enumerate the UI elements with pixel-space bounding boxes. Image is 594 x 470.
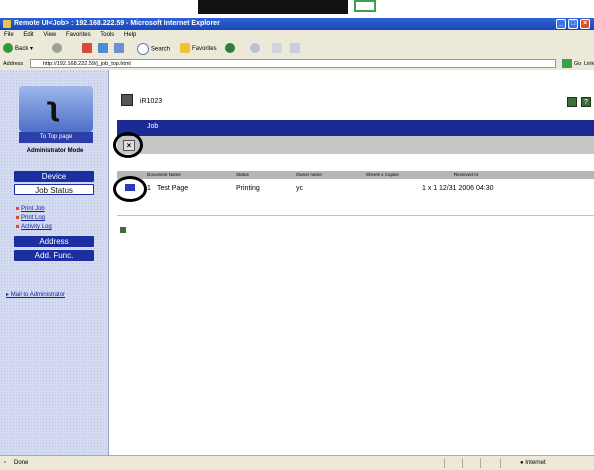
menu-file[interactable]: File xyxy=(4,32,14,38)
mail-icon xyxy=(272,43,282,54)
administrator-mode-label: Administrator Mode xyxy=(26,148,84,154)
section-title: Job xyxy=(147,123,159,130)
nav-address[interactable]: Address xyxy=(14,236,94,247)
table-header: Document Name Status Owner name Sheets x… xyxy=(117,171,594,179)
col-status: Status xyxy=(236,172,249,177)
search-button[interactable]: Search xyxy=(137,43,170,55)
forward-button[interactable] xyxy=(52,43,64,55)
title-bar: Remote UI<Job> : 192.168.222.59 - Micros… xyxy=(0,18,594,30)
logo-mark-icon: ʅ xyxy=(45,93,61,123)
forward-icon xyxy=(52,43,62,54)
divider xyxy=(117,215,594,216)
stop-button[interactable] xyxy=(82,43,94,55)
address-input[interactable]: http://192.168.222.59/j_job_top.html xyxy=(30,59,556,68)
home-icon xyxy=(114,43,124,54)
address-bar: Address http://192.168.222.59/j_job_top.… xyxy=(0,58,594,70)
refresh-icon-tb xyxy=(98,43,108,54)
media-button[interactable] xyxy=(225,43,237,55)
status-divider xyxy=(444,458,445,468)
links-button[interactable]: Links xyxy=(584,58,594,70)
print-icon xyxy=(290,43,300,54)
table-row[interactable]: 1 Test Page Printing yc 1 x 1 12/31 2006… xyxy=(117,182,594,196)
back-to-top-icon[interactable] xyxy=(120,227,126,233)
row-sheets: 1 x 1 xyxy=(422,185,438,192)
status-bar: ▫ Done ● Internet xyxy=(0,455,594,470)
mail-to-administrator-link[interactable]: ▸ Mail to Administrator xyxy=(6,292,65,299)
top-page-button[interactable]: To Top page xyxy=(19,132,93,143)
sublink-activity-log[interactable]: Activity Log xyxy=(16,224,52,230)
status-divider xyxy=(462,458,463,468)
help-icon[interactable]: ? xyxy=(581,97,591,107)
action-bar xyxy=(117,136,594,154)
row-owner: yc xyxy=(296,185,303,192)
search-icon xyxy=(137,43,149,55)
print-button[interactable] xyxy=(290,43,302,55)
internet-zone: ● Internet xyxy=(520,460,546,466)
status-text: Done xyxy=(14,460,29,466)
banner-green-box xyxy=(354,0,376,12)
row-status: Printing xyxy=(236,185,260,192)
window-title: Remote UI<Job> : 192.168.222.59 - Micros… xyxy=(14,20,220,27)
col-document-name: Document Name xyxy=(147,172,181,177)
media-icon xyxy=(225,43,235,54)
row-received: 12/31 2006 04:30 xyxy=(439,185,494,192)
go-icon[interactable] xyxy=(562,59,572,68)
status-divider xyxy=(500,458,501,468)
nav-add-func[interactable]: Add. Func. xyxy=(14,250,94,261)
toolbar: Back ▾ Search Favorites xyxy=(0,40,594,59)
page-icon: ▫ xyxy=(4,460,7,466)
bullet-icon xyxy=(16,206,19,210)
menu-help[interactable]: Help xyxy=(124,32,136,38)
sublink-print-log[interactable]: Print Log xyxy=(16,215,45,221)
nav-job-status[interactable]: Job Status xyxy=(14,184,94,195)
highlight-circle-job xyxy=(113,176,147,202)
mail-button[interactable] xyxy=(272,43,284,55)
col-sheets-copies: Sheets x Copies xyxy=(366,172,399,177)
ie-icon xyxy=(3,20,11,28)
highlight-circle-delete xyxy=(113,132,143,158)
menu-tools[interactable]: Tools xyxy=(100,32,114,38)
address-label: Address xyxy=(3,61,24,67)
back-icon xyxy=(3,43,13,54)
menu-bar: File Edit View Favorites Tools Help xyxy=(0,30,594,40)
refresh-button[interactable] xyxy=(98,43,110,55)
menu-favorites[interactable]: Favorites xyxy=(66,32,91,38)
back-button[interactable]: Back ▾ xyxy=(3,43,33,55)
go-button[interactable]: Go xyxy=(574,58,581,70)
close-icon[interactable]: × xyxy=(580,19,590,29)
col-received-at: Received At xyxy=(454,172,479,177)
maximize-icon[interactable]: □ xyxy=(568,19,578,29)
favorites-button[interactable]: Favorites xyxy=(180,43,217,55)
stop-icon xyxy=(82,43,92,54)
printer-name: iR1023 xyxy=(140,98,163,105)
canon-logo: ʅ xyxy=(19,86,93,132)
col-owner-name: Owner name xyxy=(296,172,322,177)
bullet-icon xyxy=(16,224,19,228)
section-header: Job xyxy=(117,120,594,136)
menu-view[interactable]: View xyxy=(43,32,56,38)
menu-edit[interactable]: Edit xyxy=(23,32,33,38)
top-banner xyxy=(0,0,594,18)
status-divider xyxy=(480,458,481,468)
nav-device[interactable]: Device xyxy=(14,171,94,182)
sublink-print-job[interactable]: Print Job xyxy=(16,206,45,212)
favorites-icon xyxy=(180,43,190,54)
history-button[interactable] xyxy=(250,43,262,55)
row-document-name[interactable]: Test Page xyxy=(157,182,188,196)
home-button[interactable] xyxy=(114,43,126,55)
banner-black-block xyxy=(198,0,348,14)
bullet-icon xyxy=(16,215,19,219)
printer-icon xyxy=(121,94,133,106)
row-number: 1 xyxy=(147,185,151,192)
minimize-icon[interactable]: _ xyxy=(556,19,566,29)
refresh-icon[interactable] xyxy=(567,97,577,107)
history-icon xyxy=(250,43,260,54)
sidebar: ʅ To Top page Administrator Mode Device … xyxy=(0,70,109,455)
